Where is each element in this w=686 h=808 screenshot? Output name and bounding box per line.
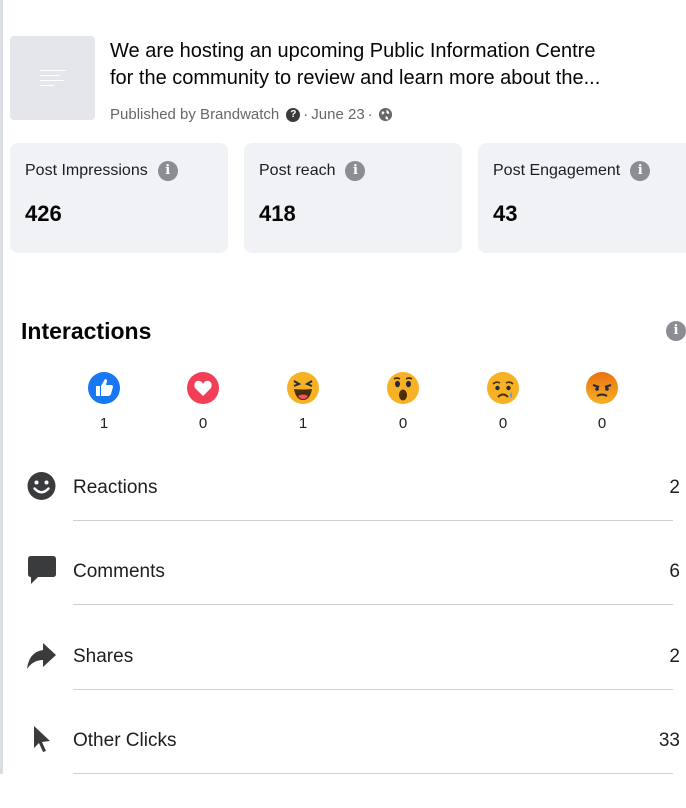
smiley-icon <box>27 472 56 500</box>
meta-separator-1: · <box>303 106 309 123</box>
sad-count: 0 <box>498 415 508 432</box>
interactions-info-icon[interactable]: i <box>666 321 686 341</box>
angry-reaction <box>585 371 619 405</box>
like-count: 1 <box>99 415 109 432</box>
stat-card-reach: Post reach i 418 <box>244 143 462 253</box>
metric-row-comments[interactable]: Comments 6 <box>0 555 686 639</box>
post-text-line-1: We are hosting an upcoming Public Inform… <box>110 40 596 62</box>
wow-icon <box>387 372 419 404</box>
interactions-title: Interactions <box>21 318 152 344</box>
stat-label: Post Impressions <box>25 162 148 179</box>
metric-value: 2 <box>669 477 680 498</box>
metric-label: Comments <box>73 561 165 582</box>
post-text-line-2: for the community to review and learn mo… <box>110 67 601 89</box>
help-icon[interactable]: ? <box>286 107 301 122</box>
divider <box>73 604 673 605</box>
stat-value: 43 <box>493 201 518 226</box>
angry-icon <box>586 372 618 404</box>
stat-label: Post reach <box>259 162 336 179</box>
metric-value: 6 <box>669 561 680 582</box>
haha-reaction <box>286 371 320 405</box>
haha-icon <box>287 372 319 404</box>
globe-icon <box>378 107 392 122</box>
post-meta: Published by Brandwatch ? · June 23 · <box>110 106 393 123</box>
post-text[interactable]: We are hosting an upcoming Public Inform… <box>110 38 686 92</box>
cursor-icon <box>34 726 50 752</box>
stat-label: Post Engagement <box>493 162 621 179</box>
metric-row-shares[interactable]: Shares 2 <box>0 640 686 724</box>
info-icon[interactable]: i <box>630 161 651 181</box>
metric-label: Shares <box>73 646 134 667</box>
meta-separator-2: · <box>367 106 373 123</box>
divider <box>73 689 673 690</box>
love-reaction <box>186 371 220 405</box>
comment-icon <box>28 556 56 584</box>
share-arrow-icon <box>27 643 56 669</box>
metric-row-other-clicks[interactable]: Other Clicks 33 <box>0 724 686 808</box>
sad-reaction <box>486 371 520 405</box>
info-icon[interactable]: i <box>345 161 366 181</box>
metric-row-reactions[interactable]: Reactions 2 <box>0 471 686 555</box>
like-icon <box>88 372 120 404</box>
wow-reaction <box>386 371 420 405</box>
divider <box>73 520 673 521</box>
sad-icon <box>487 372 519 404</box>
wow-count: 0 <box>398 415 408 432</box>
metric-label: Other Clicks <box>73 730 177 751</box>
post-date: June 23 <box>311 106 365 123</box>
love-icon <box>187 372 219 404</box>
like-reaction <box>87 371 121 405</box>
haha-count: 1 <box>298 415 308 432</box>
post-thumbnail[interactable] <box>10 36 95 120</box>
post-header: We are hosting an upcoming Public Inform… <box>10 36 686 136</box>
metric-label: Reactions <box>73 477 158 498</box>
stat-value: 418 <box>259 201 296 226</box>
angry-count: 0 <box>597 415 607 432</box>
stats-cards: Post Impressions i 426 Post reach i 418 … <box>10 143 686 253</box>
metric-value: 2 <box>669 646 680 667</box>
stat-value: 426 <box>25 201 62 226</box>
stat-card-impressions: Post Impressions i 426 <box>10 143 228 253</box>
metric-value: 33 <box>658 730 680 751</box>
info-icon[interactable]: i <box>157 161 178 181</box>
publisher-label: Published by Brandwatch <box>110 106 280 123</box>
stat-card-engagement: Post Engagement i 43 <box>478 143 686 253</box>
love-count: 0 <box>198 415 208 432</box>
